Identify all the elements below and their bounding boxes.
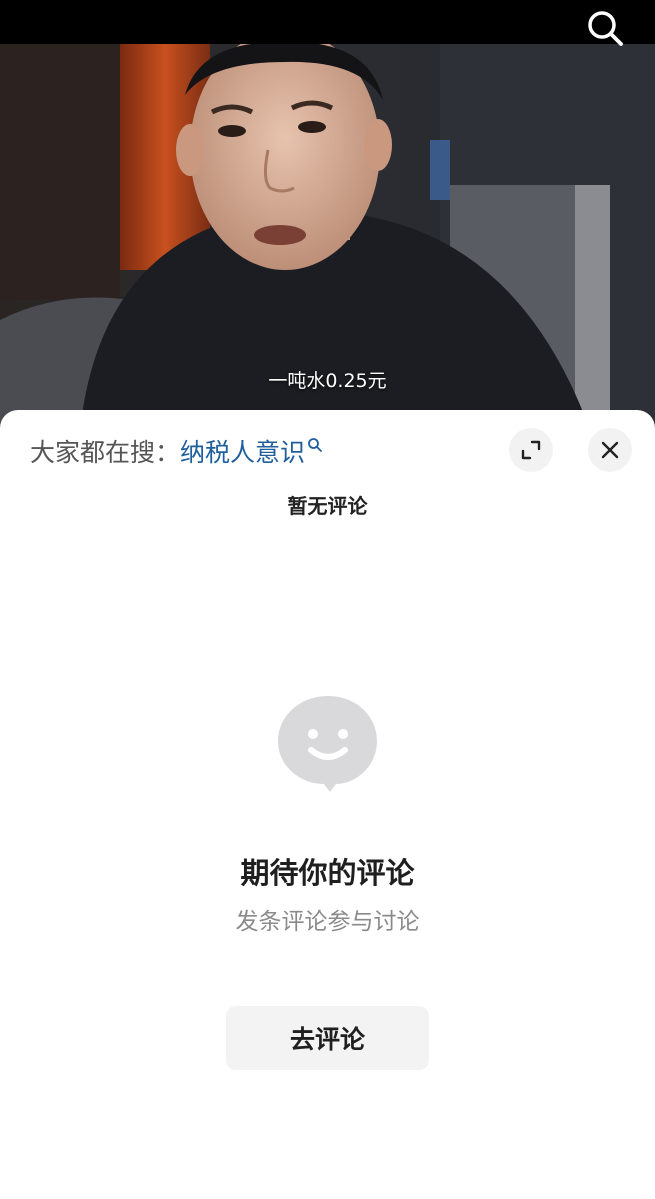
empty-state-subtitle: 发条评论参与讨论 (235, 909, 420, 935)
search-hint-keyword[interactable]: 纳税人意识 (180, 433, 305, 469)
search-button[interactable] (581, 4, 629, 52)
empty-state-title: 期待你的评论 (240, 856, 415, 890)
no-comments-label: 暂无评论 (287, 494, 368, 518)
close-button[interactable] (588, 428, 632, 472)
search-hint-prefix: 大家都在搜： (30, 438, 181, 467)
go-comment-button[interactable]: 去评论 (226, 1006, 429, 1070)
video-player[interactable]: 一吨水0.25元 (0, 0, 655, 430)
expand-button[interactable] (509, 428, 553, 472)
smiley-speech-bubble-icon (278, 696, 377, 792)
sheet-header: 大家都在搜： 纳税人意识 (0, 410, 655, 490)
search-icon (307, 430, 323, 459)
search-icon (588, 11, 623, 46)
video-subtitle: 一吨水0.25元 (268, 370, 387, 392)
top-bar (0, 0, 655, 44)
comment-sheet: 大家都在搜： 纳税人意识 暂无评论 期待你的评论 发条评论参与讨论 去评论 (0, 410, 655, 1199)
trending-search-hint[interactable]: 大家都在搜： 纳税人意识 (30, 434, 323, 468)
empty-state-illustration (276, 692, 380, 800)
expand-icon (521, 440, 541, 460)
close-icon (601, 441, 619, 459)
screen: 一吨水0.25元 大家都在搜： 纳税人意识 暂无评论 期待你的评论 发条评论参与… (0, 0, 655, 1199)
